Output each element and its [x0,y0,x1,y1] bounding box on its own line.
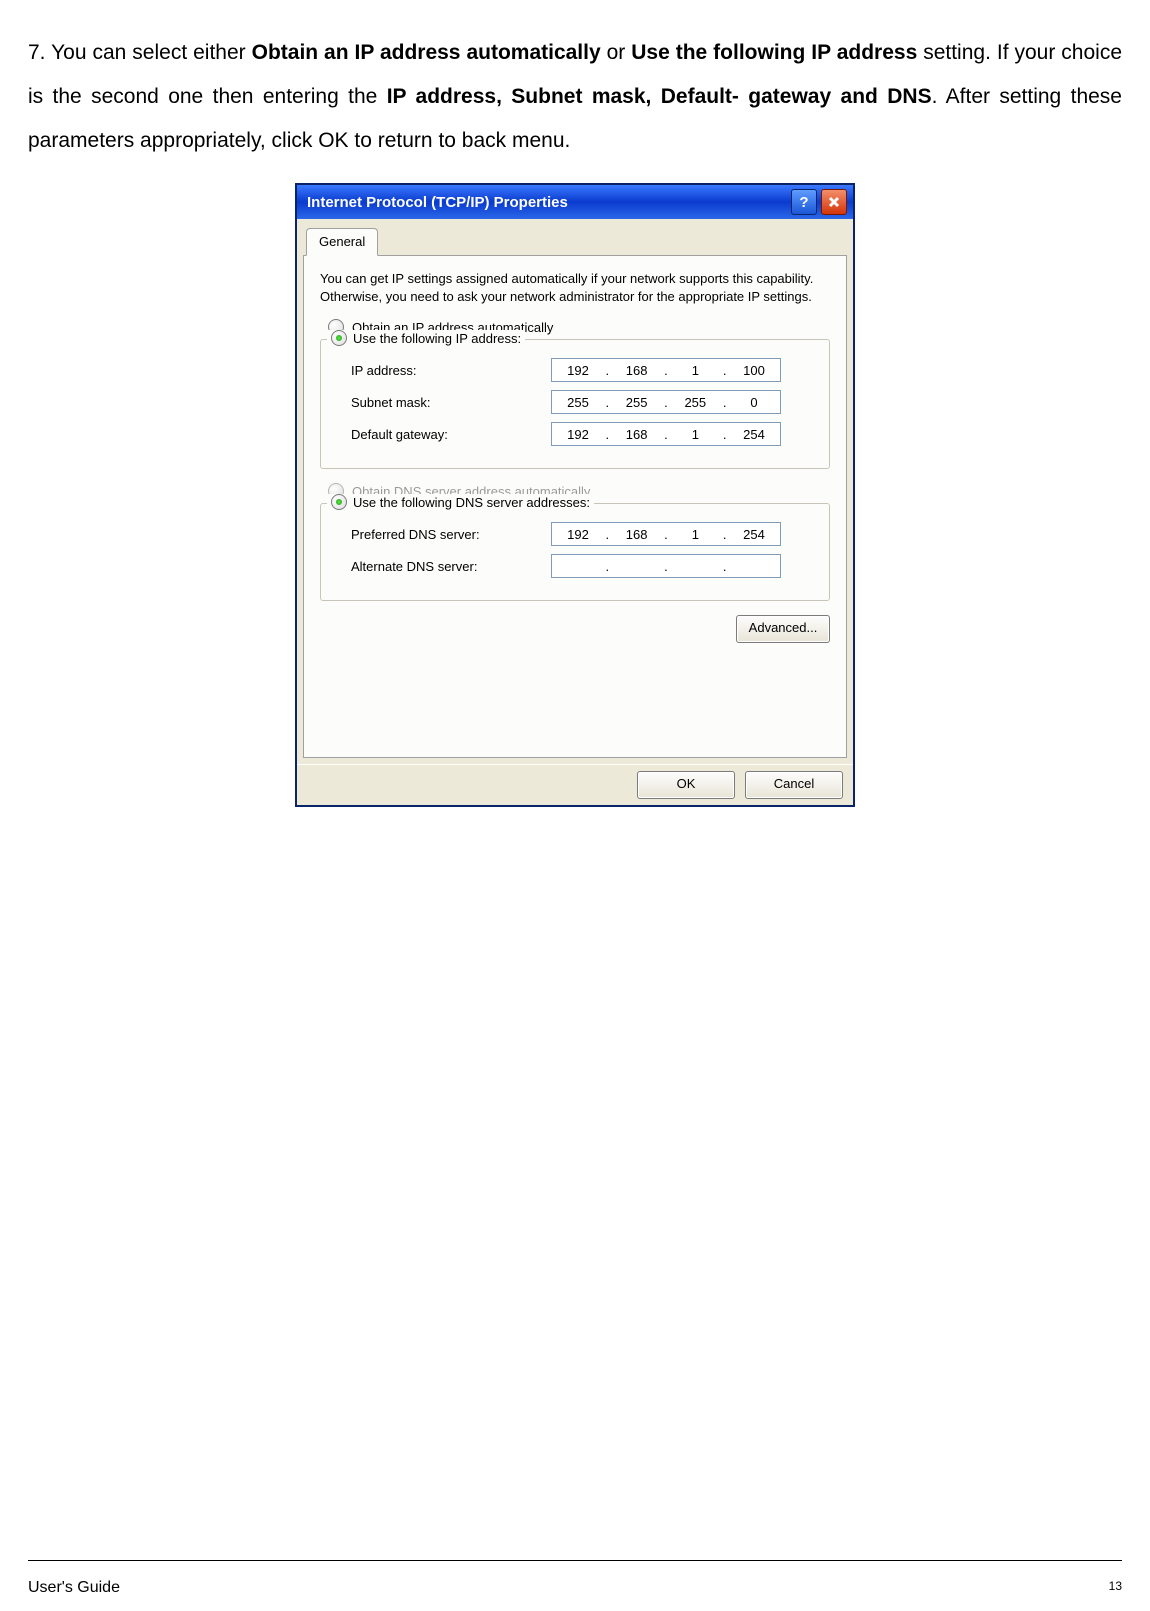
instruction-text: 7. You can select either Obtain an IP ad… [28,31,1122,163]
preferred-dns-input[interactable]: 192. 168. 1. 254 [551,522,781,546]
ok-button[interactable]: OK [637,771,735,799]
help-button[interactable]: ? [791,189,817,215]
ip-address-label: IP address: [335,363,551,378]
cancel-button[interactable]: Cancel [745,771,843,799]
radio-use-ip-label: Use the following IP address: [353,331,521,346]
radio-use-dns[interactable] [331,494,347,510]
alternate-dns-input[interactable]: . . . [551,554,781,578]
close-button[interactable] [821,189,847,215]
alternate-dns-label: Alternate DNS server: [335,559,551,574]
preferred-dns-label: Preferred DNS server: [335,527,551,542]
radio-use-dns-label: Use the following DNS server addresses: [353,495,590,510]
dialog-title: Internet Protocol (TCP/IP) Properties [307,194,787,211]
default-gateway-input[interactable]: 192. 168. 1. 254 [551,422,781,446]
footer-divider [28,1560,1122,1561]
dns-group: Use the following DNS server addresses: … [320,503,830,601]
ip-group: Use the following IP address: IP address… [320,339,830,469]
close-icon [828,196,840,208]
dialog-button-row: OK Cancel [297,764,853,805]
tab-general[interactable]: General [306,228,378,256]
tcpip-properties-dialog: Internet Protocol (TCP/IP) Properties ? … [296,184,854,806]
ip-address-input[interactable]: 192. 168. 1. 100 [551,358,781,382]
subnet-mask-label: Subnet mask: [335,395,551,410]
subnet-mask-input[interactable]: 255. 255. 255. 0 [551,390,781,414]
titlebar: Internet Protocol (TCP/IP) Properties ? [297,185,853,219]
page-number: 13 [1109,1579,1122,1597]
tabstrip: General [303,225,847,256]
footer-title: User's Guide [28,1579,120,1597]
description-text: You can get IP settings assigned automat… [320,270,830,305]
advanced-button[interactable]: Advanced... [736,615,830,643]
radio-use-ip[interactable] [331,330,347,346]
default-gateway-label: Default gateway: [335,427,551,442]
